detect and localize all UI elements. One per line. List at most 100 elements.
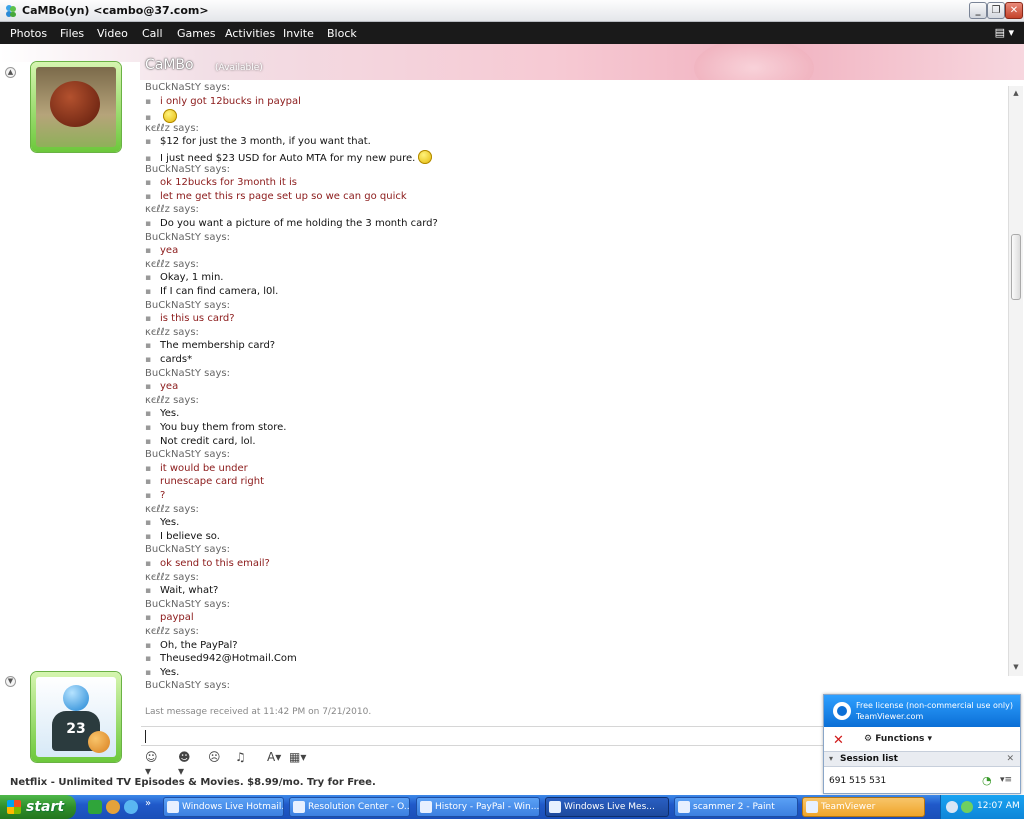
minimize-button[interactable]: _: [969, 2, 987, 19]
sender-line: BuCkNaStY says:: [145, 544, 230, 556]
task-teamviewer[interactable]: TeamViewer: [802, 797, 925, 817]
ie-icon: [167, 801, 179, 813]
menu-video[interactable]: Video: [97, 27, 128, 40]
menu-photos[interactable]: Photos: [10, 27, 47, 40]
user-avatar[interactable]: 23: [31, 672, 121, 762]
scroll-up-icon[interactable]: ▲: [1011, 88, 1021, 98]
message-text: let me get this rs page set up so we can…: [160, 190, 407, 202]
bullet-icon: ▪: [145, 586, 152, 597]
message-line: ▪ it would be under: [145, 463, 248, 474]
expand-icon[interactable]: ▾: [829, 754, 833, 763]
message-line: ▪ Yes.: [145, 517, 179, 528]
bullet-icon: ▪: [145, 382, 152, 393]
restore-button[interactable]: ❐: [987, 2, 1005, 19]
task-paypal-history[interactable]: History - PayPal - Win...: [416, 797, 540, 817]
close-button[interactable]: ✕: [1005, 2, 1023, 19]
wink-icon[interactable]: ☻▾: [178, 750, 191, 778]
close-session-icon[interactable]: ✕: [833, 733, 844, 748]
contact-banner: CaMBo (Available): [0, 44, 1024, 80]
sender-line: κєℓℓz says:: [145, 503, 199, 515]
clock[interactable]: 12:07 AM: [977, 801, 1020, 811]
message-line: ▪ ok 12bucks for 3month it is: [145, 177, 297, 188]
message-line: ▪ I just need $23 USD for Auto MTA for my…: [145, 150, 433, 164]
bullet-icon: ▪: [145, 531, 152, 542]
task-paint[interactable]: scammer 2 - Paint: [674, 797, 798, 817]
voice-clip-icon[interactable]: ♫: [235, 750, 246, 766]
chat-icon[interactable]: ◔: [982, 774, 992, 787]
messenger-tray-icon[interactable]: [961, 801, 973, 813]
menu-block[interactable]: Block: [327, 27, 357, 40]
contact-avatar[interactable]: [31, 62, 121, 152]
scroll-thumb[interactable]: [1011, 234, 1021, 300]
message-line: ▪ is this us card?: [145, 313, 235, 324]
bullet-icon: ▪: [145, 463, 152, 474]
meatball-avatar-image: [50, 81, 100, 127]
sender-line: κєℓℓz says:: [145, 258, 199, 270]
message-text: is this us card?: [160, 313, 235, 325]
message-line: ▪ yea: [145, 381, 178, 392]
menu-invite[interactable]: Invite: [283, 27, 314, 40]
menu-files[interactable]: Files: [60, 27, 84, 40]
sender-line: BuCkNaStY says:: [145, 299, 230, 311]
ie-icon: [420, 801, 432, 813]
menu-options-icon[interactable]: ▤ ▾: [995, 26, 1014, 39]
tray-arrow-icon[interactable]: [946, 801, 958, 813]
teamviewer-panel: Free license (non-commercial use only) T…: [823, 694, 1021, 794]
message-text: yea: [160, 381, 179, 393]
quicklaunch-more-icon[interactable]: »: [145, 798, 151, 809]
teamviewer-logo-icon: [833, 702, 851, 720]
contact-status: (Available): [215, 63, 263, 73]
bullet-icon: ▪: [145, 178, 152, 189]
quicklaunch-ie-icon[interactable]: [124, 800, 138, 814]
menu-games[interactable]: Games: [177, 27, 215, 40]
quicklaunch-h-icon[interactable]: [88, 800, 102, 814]
message-input[interactable]: [141, 726, 824, 746]
message-line: ▪: [145, 109, 177, 124]
conversation-scrollbar[interactable]: ▲ ▼: [1008, 86, 1023, 676]
nudge-icon[interactable]: ☹: [208, 750, 221, 766]
menu-activities[interactable]: Activities: [225, 27, 275, 40]
message-text: If I can find camera, l0l.: [160, 286, 279, 297]
bullet-icon: ▪: [145, 246, 152, 257]
window-title: CaMBo(yn) <cambo@37.com>: [22, 4, 209, 17]
message-text: Do you want a picture of me holding the …: [160, 218, 438, 229]
ad-banner[interactable]: Netflix - Unlimited TV Episodes & Movies…: [10, 777, 376, 788]
start-label: start: [26, 799, 65, 815]
task-live-messenger[interactable]: Windows Live Mes...: [545, 797, 669, 817]
license-link[interactable]: TeamViewer.com: [856, 711, 1013, 722]
session-menu-icon[interactable]: ▾≡: [1000, 775, 1012, 785]
scroll-down-icon[interactable]: ▼: [1011, 662, 1021, 672]
background-icon[interactable]: ▦▾: [289, 750, 306, 766]
bullet-icon: ▪: [145, 518, 152, 529]
collapse-top-icon[interactable]: ▲: [5, 67, 16, 78]
emoticon-icon[interactable]: ☺▾: [145, 750, 158, 778]
message-text: Okay, 1 min.: [160, 272, 224, 284]
message-line: ▪ Okay, 1 min.: [145, 272, 223, 283]
functions-label: Functions: [875, 734, 925, 744]
session-id: 691 515 531: [829, 776, 887, 786]
conversation-history[interactable]: BuCkNaStY says: ▪ i only got 12bucks in pa…: [140, 80, 1008, 702]
task-hotmail[interactable]: Windows Live Hotmail...: [163, 797, 284, 817]
message-text: i only got 12bucks in paypal: [160, 95, 301, 107]
close-list-icon[interactable]: ✕: [1006, 754, 1014, 764]
message-line: ▪ Yes.: [145, 408, 179, 419]
font-icon[interactable]: A▾: [267, 750, 281, 766]
contact-name[interactable]: CaMBo: [145, 57, 194, 73]
quicklaunch-firefox-icon[interactable]: [106, 800, 120, 814]
start-button[interactable]: start: [0, 795, 76, 819]
menu-call[interactable]: Call: [142, 27, 163, 40]
message-text: it would be under: [160, 462, 248, 474]
bullet-icon: ▪: [145, 137, 152, 148]
message-line: ▪ I believe so.: [145, 531, 220, 542]
message-line: ▪ let me get this rs page set up so we ca…: [145, 191, 407, 202]
sad-emoticon: [163, 109, 177, 124]
collapse-bottom-icon[interactable]: ▼: [5, 676, 16, 687]
message-text: $12 for just the 3 month, if you want th…: [160, 136, 371, 148]
bullet-icon: ▪: [145, 559, 152, 569]
session-list-header[interactable]: ▾ Session list ✕: [824, 751, 1020, 767]
paint-icon: [678, 801, 690, 813]
system-tray: 12:07 AM: [940, 795, 1024, 819]
banner-decoration: [694, 44, 814, 80]
task-resolution-center[interactable]: Resolution Center - O...: [289, 797, 410, 817]
functions-button[interactable]: ⚙ Functions ▾: [864, 734, 932, 744]
